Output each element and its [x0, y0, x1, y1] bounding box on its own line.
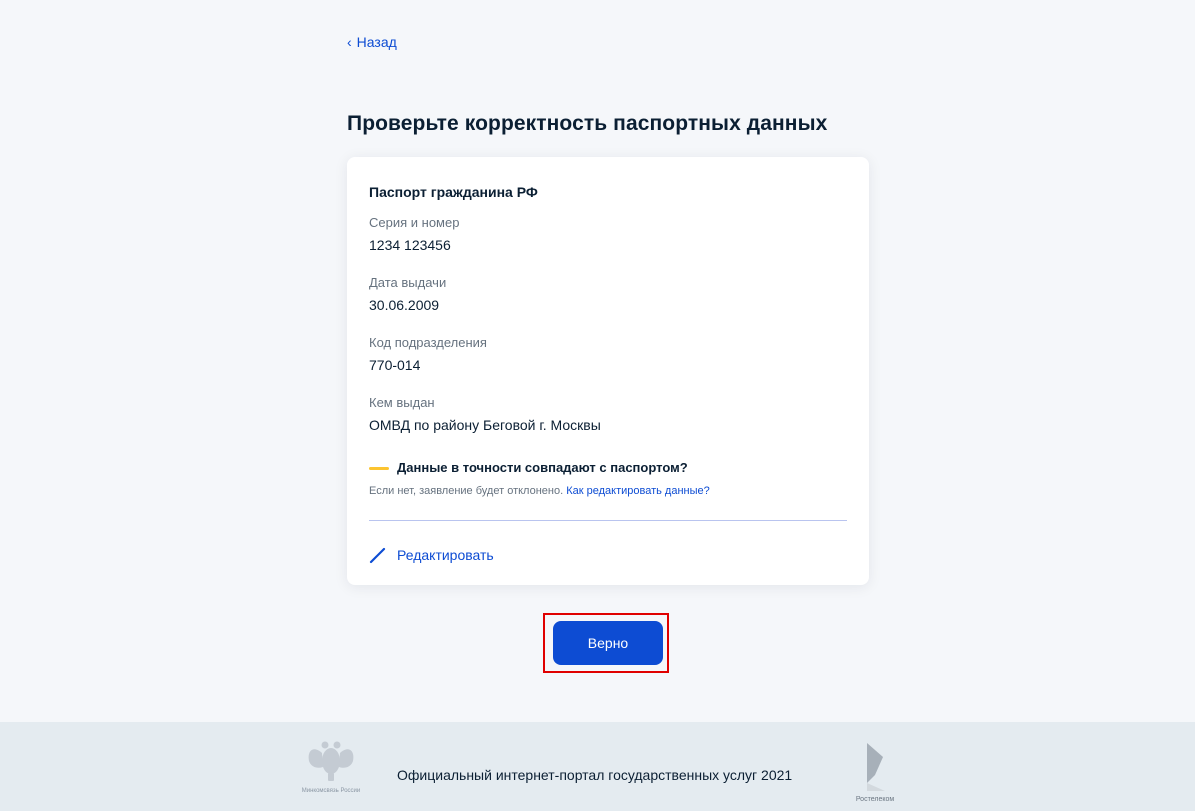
field-value-series-number: 1234 123456 [369, 237, 451, 253]
page-title: Проверьте корректность паспортных данных [347, 112, 828, 135]
partner-caption: Ростелеком [855, 796, 895, 803]
warning-text-body: Если нет, заявление будет отклонено. [369, 485, 564, 497]
chevron-left-icon: ‹ [347, 34, 352, 50]
pencil-icon [369, 546, 387, 564]
field-value-issue-date: 30.06.2009 [369, 297, 440, 313]
field-label-department-code: Код подразделения [369, 335, 487, 350]
warning-marker [369, 467, 389, 470]
divider [369, 520, 847, 521]
passport-card: Паспорт гражданина РФ Серия и номер 1234… [347, 157, 869, 585]
coat-of-arms-icon: Минкомсвязь России [301, 739, 361, 811]
main-content: ‹ Назад Проверьте корректность паспортны… [0, 0, 1195, 722]
edit-button[interactable]: Редактировать [369, 546, 494, 564]
field-label-series-number: Серия и номер [369, 215, 460, 230]
confirm-button[interactable]: Верно [553, 621, 663, 665]
warning-text: Если нет, заявление будет отклонено. Как… [369, 485, 710, 497]
how-to-edit-link[interactable]: Как редактировать данные? [566, 485, 710, 497]
field-label-issue-date: Дата выдачи [369, 275, 447, 290]
footer: Минкомсвязь России Официальный интернет-… [0, 722, 1195, 811]
back-link-label: Назад [356, 34, 397, 50]
footer-text: Официальный интернет-портал государствен… [397, 767, 793, 783]
field-value-department-code: 770-014 [369, 357, 421, 373]
warning-title: Данные в точности совпадают с паспортом? [397, 460, 688, 475]
back-link[interactable]: ‹ Назад [347, 34, 397, 50]
field-value-issued-by: ОМВД по району Беговой г. Москвы [369, 417, 601, 433]
field-label-issued-by: Кем выдан [369, 395, 435, 410]
card-title: Паспорт гражданина РФ [369, 184, 538, 200]
rostelecom-logo-icon: Ростелеком [845, 739, 905, 811]
emblem-caption: Минкомсвязь России [301, 788, 361, 794]
edit-button-label: Редактировать [397, 547, 494, 563]
